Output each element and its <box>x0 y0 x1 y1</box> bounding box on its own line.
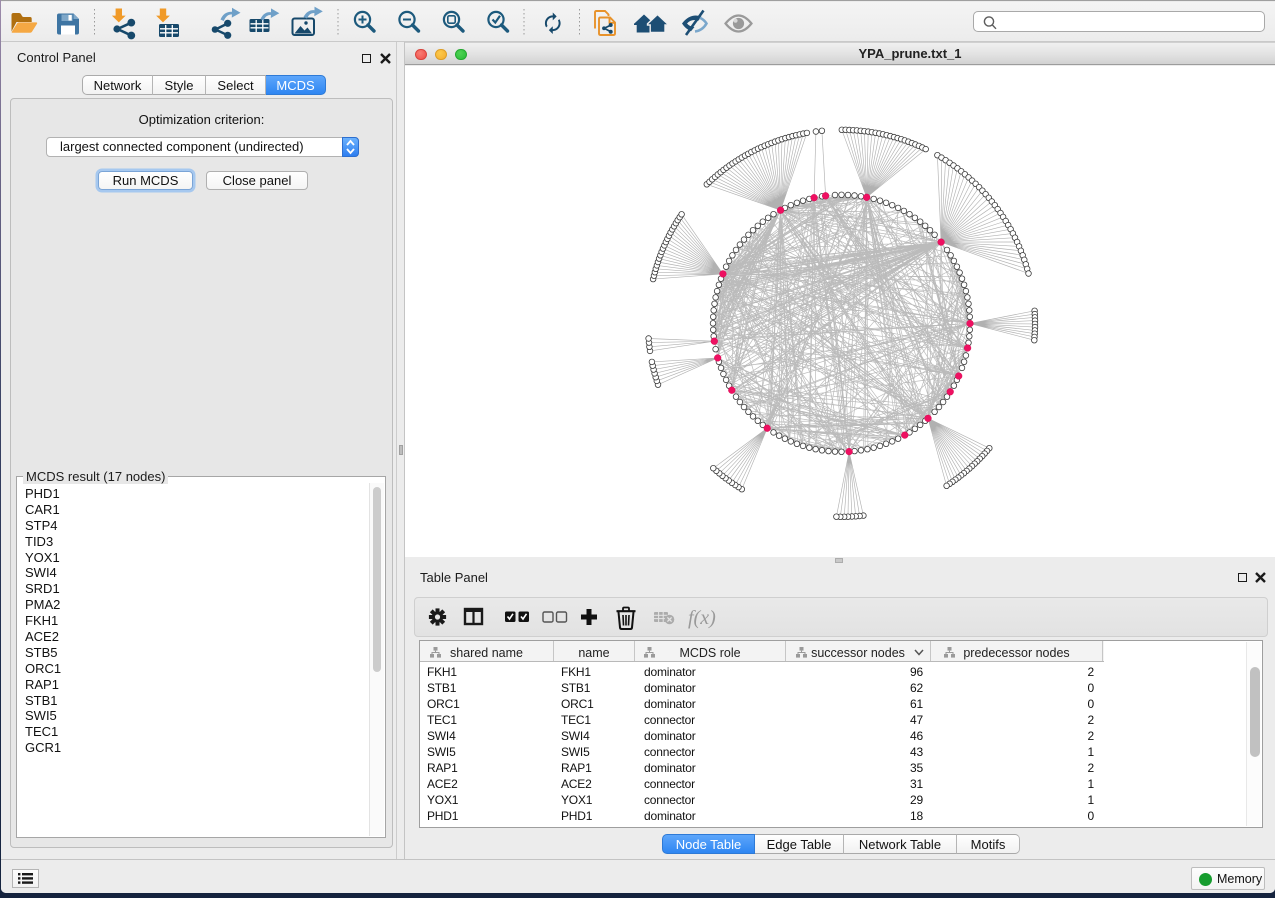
svg-text:f(x): f(x) <box>688 607 716 629</box>
